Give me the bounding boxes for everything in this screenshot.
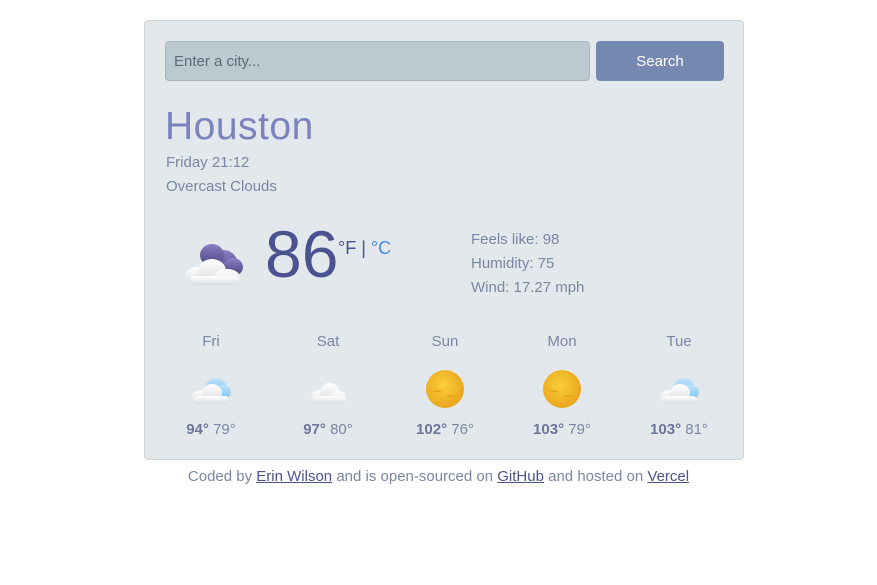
forecast-low: 81° [685,421,708,438]
feels-like: Feels like: 98 [471,231,560,248]
forecast-day: Fri 94° 79° [153,331,269,438]
forecast-low: 79° [213,421,236,438]
forecast-day: Mon 103° 79° [504,331,620,438]
scattered-clouds-icon [311,383,346,404]
forecast-high: 103° [533,421,565,438]
humidity: Humidity: 75 [471,255,555,272]
forecast-low: 76° [451,421,474,438]
unit-separator: | [361,238,366,258]
forecast-temps: 97° 80° [270,421,386,438]
github-link[interactable]: GitHub [497,468,544,485]
overcast-clouds-icon [185,244,243,285]
forecast-temps: 94° 79° [153,421,269,438]
forecast-low: 79° [568,421,591,438]
forecast-day: Sun 102° 76° [387,331,503,438]
current-datetime: Friday 21:12 [166,154,250,171]
few-clouds-icon [192,378,231,404]
forecast: Fri 94° 79° Sat 97° 80° Sun 102° 76° Mon… [153,331,737,441]
forecast-day: Tue 103° 81° [621,331,737,438]
weather-description: Overcast Clouds [166,178,277,195]
current-temperature: 86 [265,217,339,291]
sun-icon [426,370,464,408]
forecast-low: 80° [330,421,353,438]
forecast-high: 94° [186,421,209,438]
vercel-link[interactable]: Vercel [647,468,689,485]
forecast-high: 97° [303,421,326,438]
forecast-high: 103° [650,421,682,438]
footer-hosted: and hosted on [548,468,644,485]
sun-icon [543,370,581,408]
city-name: Houston [165,105,314,148]
unit-toggle: °F | °C [338,239,391,257]
search-button[interactable]: Search [596,41,724,81]
forecast-day: Sat 97° 80° [270,331,386,438]
forecast-high: 102° [416,421,448,438]
weather-details: Feels like: 98 Humidity: 75 Wind: 17.27 … [471,230,584,302]
author-link[interactable]: Erin Wilson [256,468,332,485]
forecast-temps: 102° 76° [387,421,503,438]
forecast-temps: 103° 81° [621,421,737,438]
few-clouds-icon [660,378,699,404]
weather-card: Search Houston Friday 21:12 Overcast Clo… [144,20,744,460]
footer-prefix: Coded by [187,468,253,485]
forecast-day-name: Mon [547,333,577,350]
forecast-day-name: Sat [316,333,340,350]
celsius-link[interactable]: °C [371,238,391,258]
forecast-day-name: Tue [666,333,692,350]
footer-middle: and is open-sourced on [336,468,494,485]
city-search-input[interactable] [165,41,590,81]
forecast-day-name: Sun [431,333,459,350]
fahrenheit-unit[interactable]: °F [338,238,356,258]
wind-speed: Wind: 17.27 mph [471,279,585,296]
forecast-day-name: Fri [202,333,220,350]
footer: Coded by Erin Wilson and is open-sourced… [0,468,877,485]
forecast-temps: 103° 79° [504,421,620,438]
